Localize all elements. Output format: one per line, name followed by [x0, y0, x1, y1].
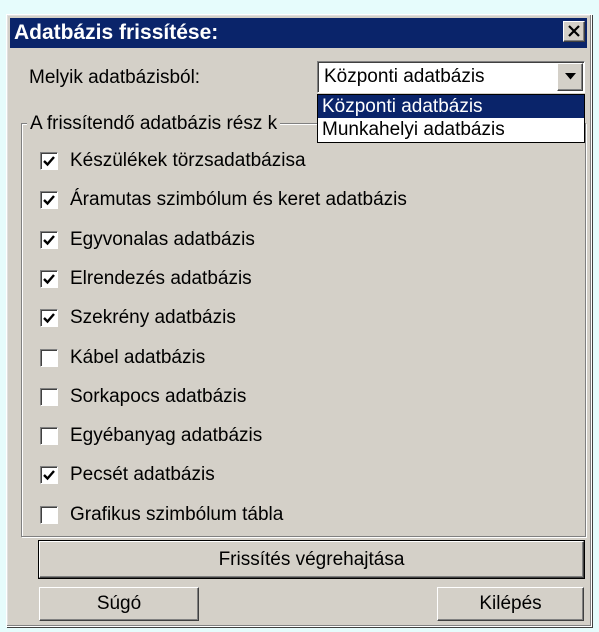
checkbox-label: Sorkapocs adatbázis — [70, 386, 247, 407]
checkbox-row[interactable]: Grafikus szimbólum tábla — [40, 503, 283, 527]
dropdown-option[interactable]: Központi adatbázis — [318, 95, 584, 118]
update-dialog: Adatbázis frissítése: Melyik adatbázisbó… — [6, 14, 592, 627]
checkbox-label: Egyébanyag adatbázis — [70, 425, 263, 446]
check-icon — [43, 470, 55, 481]
checkbox-row[interactable]: Elrendezés adatbázis — [40, 267, 252, 291]
check-icon — [43, 313, 55, 324]
group-legend: A frissítendő adatbázis rész k — [27, 113, 281, 135]
checkbox-label: Szekrény adatbázis — [70, 307, 236, 328]
title-bar: Adatbázis frissítése: — [10, 18, 587, 48]
dropdown-option[interactable]: Munkahelyi adatbázis — [318, 118, 584, 141]
checkbox[interactable] — [40, 506, 58, 524]
checkbox[interactable] — [40, 309, 58, 327]
checkbox-label: Készülékek törzsadatbázisa — [70, 150, 306, 171]
dialog-title: Adatbázis frissítése: — [14, 21, 219, 44]
checkbox[interactable] — [40, 427, 58, 445]
checkbox-label: Kábel adatbázis — [70, 347, 206, 368]
checkbox-row[interactable]: Készülékek törzsadatbázisa — [40, 149, 306, 173]
check-icon — [43, 195, 55, 206]
checkbox[interactable] — [40, 388, 58, 406]
exit-button[interactable]: Kilépés — [437, 587, 584, 621]
checkbox-row[interactable]: Kábel adatbázis — [40, 346, 205, 370]
source-label: Melyik adatbázisból: — [29, 67, 201, 88]
checkbox-label: Grafikus szimbólum tábla — [70, 504, 284, 525]
checkbox-label: Pecsét adatbázis — [70, 464, 215, 485]
checkbox[interactable] — [40, 152, 58, 170]
close-button[interactable] — [563, 21, 585, 42]
source-dropdown-button[interactable] — [557, 63, 583, 91]
checkbox-row[interactable]: Egyvonalas adatbázis — [40, 228, 255, 252]
checkbox[interactable] — [40, 270, 58, 288]
execute-update-button[interactable]: Frissítés végrehajtása — [38, 540, 585, 579]
checkbox-row[interactable]: Egyébanyag adatbázis — [40, 424, 262, 448]
checkbox-label: Áramutas szimbólum és keret adatbázis — [70, 189, 407, 210]
source-dropdown-list: Központi adatbázis Munkahelyi adatbázis — [317, 94, 585, 143]
checkbox-row[interactable]: Sorkapocs adatbázis — [40, 385, 246, 409]
checkbox-row[interactable]: Szekrény adatbázis — [40, 306, 236, 330]
check-icon — [43, 156, 55, 167]
source-select-value: Központi adatbázis — [324, 66, 485, 87]
checkbox[interactable] — [40, 466, 58, 484]
close-icon — [568, 25, 580, 37]
chevron-down-icon — [565, 73, 576, 80]
check-icon — [43, 274, 55, 285]
checkbox[interactable] — [40, 191, 58, 209]
checkbox[interactable] — [40, 231, 58, 249]
check-icon — [43, 235, 55, 246]
checkbox-row[interactable]: Pecsét adatbázis — [40, 463, 215, 487]
checkbox-label: Elrendezés adatbázis — [70, 268, 252, 289]
checkbox-row[interactable]: Áramutas szimbólum és keret adatbázis — [40, 188, 407, 212]
checkbox-label: Egyvonalas adatbázis — [70, 229, 255, 250]
checkbox[interactable] — [40, 349, 58, 367]
source-select[interactable]: Központi adatbázis — [317, 61, 585, 93]
help-button[interactable]: Súgó — [39, 587, 199, 621]
